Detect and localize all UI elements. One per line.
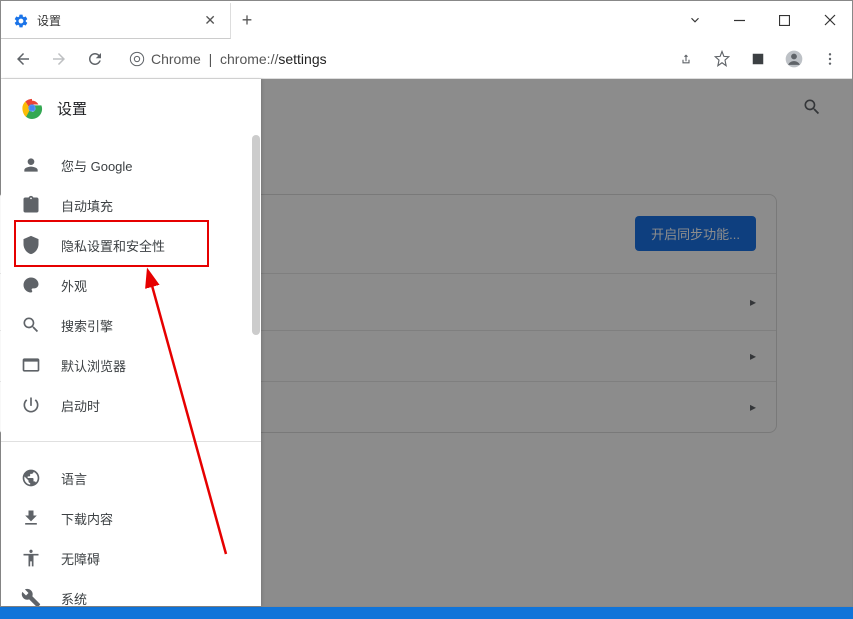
chrome-icon: [129, 51, 145, 67]
sidebar-item-default-browser[interactable]: 默认浏览器: [1, 345, 261, 385]
menu-group-1: 您与 Google 自动填充 隐私设置和安全性 外观 搜索引擎: [1, 137, 261, 433]
palette-icon: [21, 275, 41, 295]
minimize-button[interactable]: [717, 5, 762, 35]
settings-gear-icon: [13, 13, 29, 29]
person-icon: [21, 155, 41, 175]
sidebar: 设置 您与 Google 自动填充 隐私设置和安全性 外观: [1, 79, 261, 606]
sidebar-item-you-and-google[interactable]: 您与 Google: [1, 145, 261, 185]
sidebar-item-search-engine[interactable]: 搜索引擎: [1, 305, 261, 345]
chrome-logo-icon: [21, 97, 43, 119]
tab-close-icon[interactable]: ✕: [200, 12, 220, 29]
download-icon: [21, 508, 41, 528]
sidebar-item-languages[interactable]: 语言: [1, 458, 261, 498]
sidebar-title: 设置: [57, 98, 87, 119]
power-icon: [21, 395, 41, 415]
reload-button[interactable]: [81, 45, 109, 73]
sidebar-item-appearance[interactable]: 外观: [1, 265, 261, 305]
clipboard-icon: [21, 195, 41, 215]
forward-button[interactable]: [45, 45, 73, 73]
address-bar[interactable]: Chrome | chrome://settings: [117, 44, 664, 74]
menu-dots-icon[interactable]: [816, 45, 844, 73]
search-icon: [21, 315, 41, 335]
titlebar: 设置 ✕ +: [1, 1, 852, 39]
content-area: 智能技术 性化设置 Chrome 开启同步功能... 斗 ▸ ▸: [1, 79, 852, 606]
close-button[interactable]: [807, 5, 852, 35]
address-text: Chrome | chrome://settings: [151, 51, 327, 67]
share-icon[interactable]: [672, 45, 700, 73]
window-controls: [672, 1, 852, 39]
back-button[interactable]: [9, 45, 37, 73]
sidebar-item-downloads[interactable]: 下载内容: [1, 498, 261, 538]
profile-icon[interactable]: [780, 45, 808, 73]
toolbar: Chrome | chrome://settings: [1, 39, 852, 79]
bookmark-icon[interactable]: [708, 45, 736, 73]
browser-tab[interactable]: 设置 ✕: [1, 3, 231, 39]
browser-icon: [21, 355, 41, 375]
sidebar-item-system[interactable]: 系统: [1, 578, 261, 606]
menu-divider: [1, 441, 261, 442]
scrollbar-thumb[interactable]: [252, 135, 260, 335]
wrench-icon: [21, 588, 41, 606]
menu-group-2: 语言 下载内容 无障碍 系统: [1, 450, 261, 606]
maximize-button[interactable]: [762, 5, 807, 35]
chevron-down-button[interactable]: [672, 5, 717, 35]
globe-icon: [21, 468, 41, 488]
browser-window: 设置 ✕ + Chrome | chrome://settings: [0, 0, 853, 607]
sidebar-header: 设置: [1, 79, 261, 137]
sidebar-item-autofill[interactable]: 自动填充: [1, 185, 261, 225]
shield-icon: [21, 235, 41, 255]
extensions-icon[interactable]: [744, 45, 772, 73]
sidebar-item-privacy-security[interactable]: 隐私设置和安全性: [1, 225, 261, 265]
new-tab-button[interactable]: +: [231, 1, 263, 39]
tab-title: 设置: [37, 12, 192, 29]
sidebar-item-accessibility[interactable]: 无障碍: [1, 538, 261, 578]
accessibility-icon: [21, 548, 41, 568]
sidebar-item-on-startup[interactable]: 启动时: [1, 385, 261, 425]
